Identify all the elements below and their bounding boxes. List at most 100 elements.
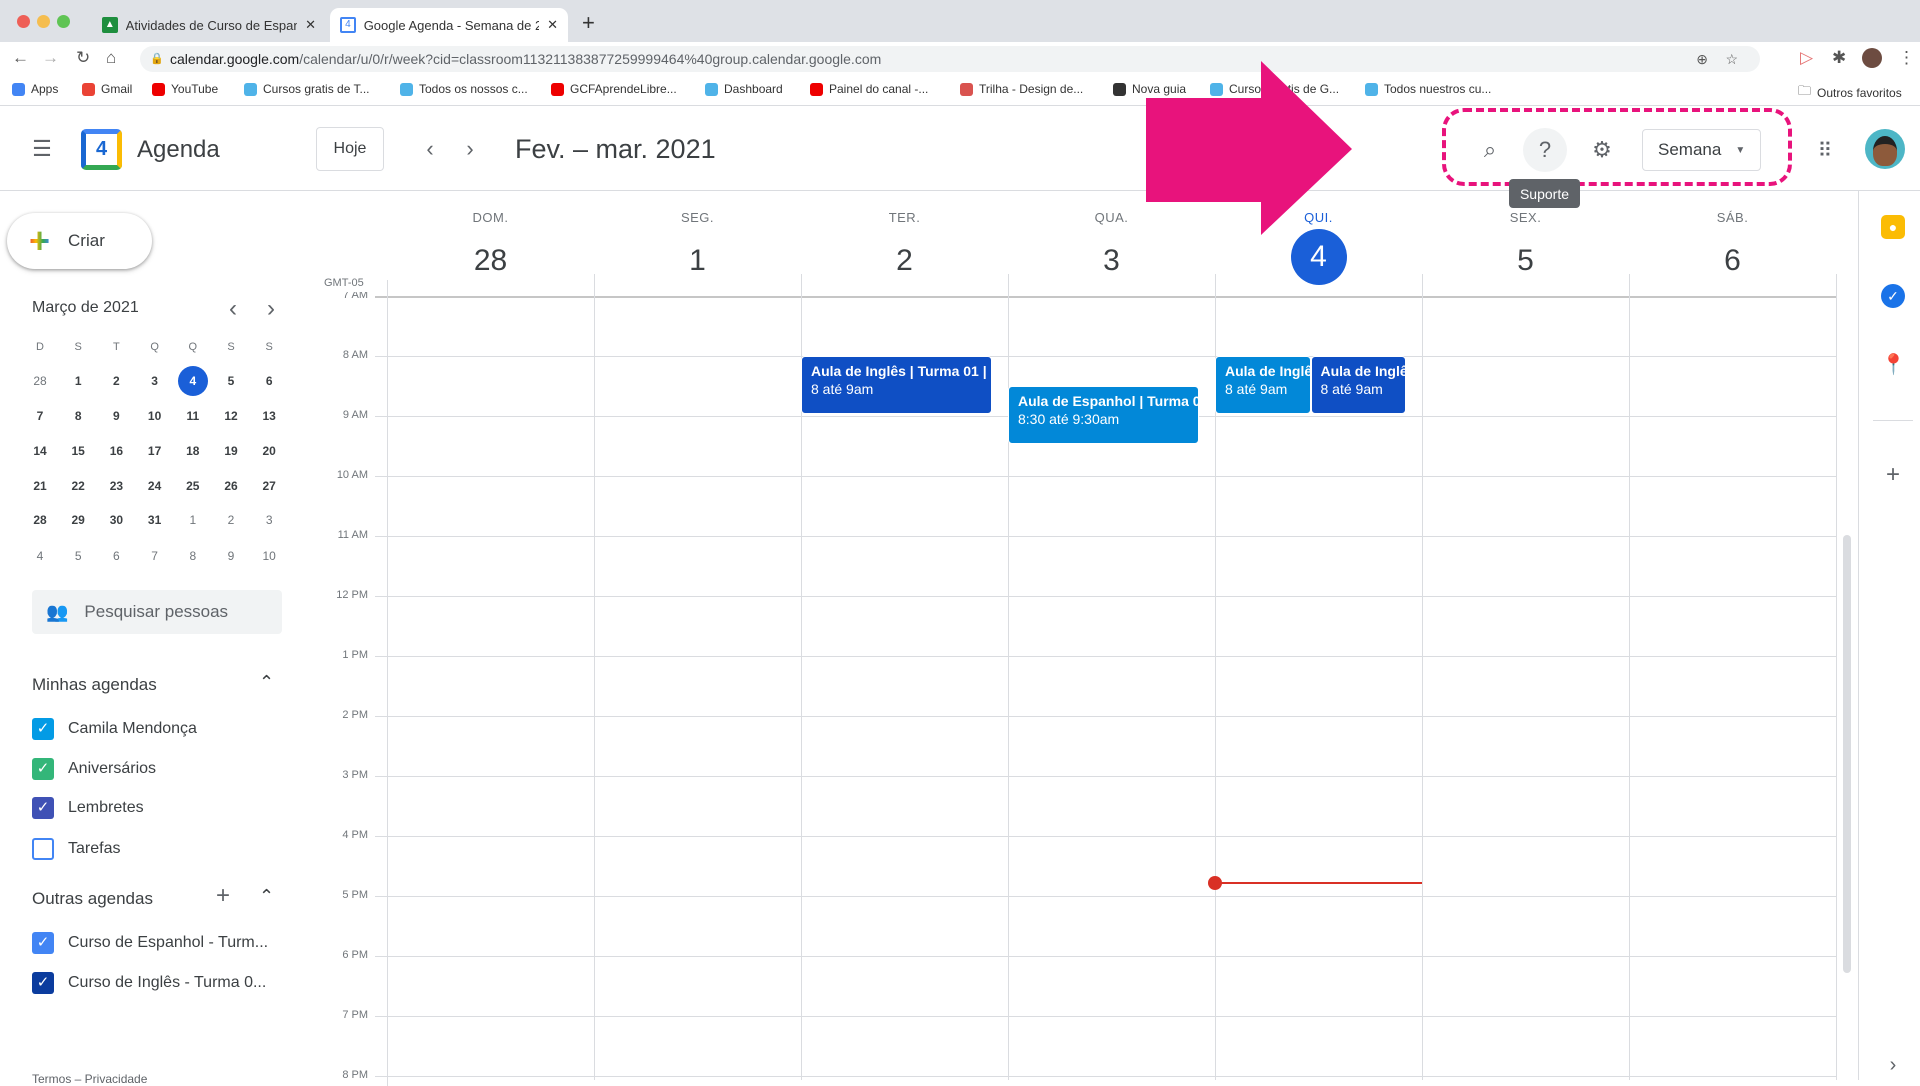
- calendar-event[interactable]: Aula de Inglês 8 até 9am: [1310, 356, 1406, 414]
- day-number[interactable]: 28: [463, 233, 519, 289]
- bookmark-item[interactable]: Cursos gratis de T...: [244, 82, 370, 96]
- mini-calendar-day[interactable]: 28: [25, 505, 55, 535]
- browser-tab-active[interactable]: 4 Google Agenda - Semana de 2 ✕: [330, 8, 568, 42]
- checkbox-icon[interactable]: ✓: [32, 797, 54, 819]
- mini-calendar-day[interactable]: 31: [140, 505, 170, 535]
- bookmark-item[interactable]: GCFAprendeLibre...: [551, 82, 677, 96]
- previous-week-button[interactable]: ‹: [408, 127, 452, 171]
- day-header[interactable]: QUA. 3: [1008, 210, 1215, 289]
- maximize-window-button[interactable]: [57, 15, 70, 28]
- mini-calendar-day[interactable]: 25: [178, 471, 208, 501]
- day-number[interactable]: 6: [1705, 233, 1761, 289]
- mini-calendar-day[interactable]: 19: [216, 436, 246, 466]
- mini-calendar-day[interactable]: 23: [101, 471, 131, 501]
- close-tab-icon[interactable]: ✕: [547, 17, 558, 33]
- mini-calendar-day[interactable]: 8: [63, 401, 93, 431]
- get-addons-plus-icon[interactable]: +: [1881, 463, 1905, 487]
- mini-calendar-day[interactable]: 15: [63, 436, 93, 466]
- mini-calendar-day[interactable]: 8: [178, 541, 208, 571]
- mini-calendar-day[interactable]: 6: [254, 366, 284, 396]
- footer-links[interactable]: Termos – Privacidade: [32, 1072, 147, 1086]
- other-bookmarks-folder[interactable]: 🗀 Outros favoritos: [1798, 82, 1902, 104]
- checkbox-icon[interactable]: ✓: [32, 932, 54, 954]
- calendar-list-item[interactable]: ✓ Lembretes: [32, 797, 144, 819]
- checkbox-icon[interactable]: ✓: [32, 758, 54, 780]
- mini-calendar-day[interactable]: 1: [178, 505, 208, 535]
- keep-icon[interactable]: ●: [1881, 215, 1905, 239]
- day-number[interactable]: 2: [877, 233, 933, 289]
- minimize-window-button[interactable]: [37, 15, 50, 28]
- day-header[interactable]: TER. 2: [801, 210, 1008, 289]
- mini-calendar-day[interactable]: 6: [101, 541, 131, 571]
- bookmark-item[interactable]: Todos os nossos c...: [400, 82, 528, 96]
- add-other-calendar-icon[interactable]: +: [216, 882, 230, 910]
- mini-calendar-next-icon[interactable]: ›: [249, 287, 293, 331]
- mini-calendar-day[interactable]: 5: [63, 541, 93, 571]
- today-button[interactable]: Hoje: [316, 127, 384, 171]
- calendar-list-item[interactable]: ✓ Curso de Inglês - Turma 0...: [32, 972, 266, 994]
- profile-avatar[interactable]: [1862, 48, 1882, 68]
- mini-calendar-day[interactable]: 3: [140, 366, 170, 396]
- mini-calendar-day[interactable]: 2: [101, 366, 131, 396]
- checkbox-icon[interactable]: ✓: [32, 972, 54, 994]
- bookmark-item[interactable]: Apps: [12, 82, 58, 96]
- calendar-list-item[interactable]: ✓ Camila Mendonça: [32, 718, 197, 740]
- bookmark-item[interactable]: Todos nuestros cu...: [1365, 82, 1491, 96]
- mini-calendar-day[interactable]: 17: [140, 436, 170, 466]
- day-header[interactable]: SEX. 5: [1422, 210, 1629, 289]
- day-header[interactable]: DOM. 28: [387, 210, 594, 289]
- mini-calendar-day[interactable]: 3: [254, 505, 284, 535]
- tasks-icon[interactable]: ✓: [1881, 284, 1905, 308]
- mini-calendar-day[interactable]: 12: [216, 401, 246, 431]
- maps-icon[interactable]: 📍: [1881, 353, 1906, 377]
- home-icon[interactable]: ⌂: [106, 48, 116, 68]
- bookmark-star-icon[interactable]: ☆: [1725, 46, 1738, 72]
- mini-calendar-day[interactable]: 11: [178, 401, 208, 431]
- mini-calendar-day[interactable]: 2: [216, 505, 246, 535]
- mini-calendar-day[interactable]: 30: [101, 505, 131, 535]
- collapse-my-calendars-icon[interactable]: ⌃: [259, 672, 274, 693]
- back-icon[interactable]: ←: [12, 48, 29, 68]
- google-apps-icon[interactable]: ⠿: [1803, 128, 1847, 172]
- mini-calendar-day[interactable]: 9: [216, 541, 246, 571]
- main-menu-icon[interactable]: ☰: [20, 127, 64, 171]
- day-number[interactable]: 1: [670, 233, 726, 289]
- calendar-event[interactable]: Aula de Inglês 8 até 9am: [1215, 356, 1311, 414]
- mini-calendar-day[interactable]: 20: [254, 436, 284, 466]
- mini-calendar-day[interactable]: 9: [101, 401, 131, 431]
- day-number[interactable]: 5: [1498, 233, 1554, 289]
- mini-calendar-day[interactable]: 7: [25, 401, 55, 431]
- bookmark-item[interactable]: Trilha - Design de...: [960, 82, 1083, 96]
- mini-calendar-day[interactable]: 27: [254, 471, 284, 501]
- day-number[interactable]: 3: [1084, 233, 1140, 289]
- mini-calendar-day[interactable]: 14: [25, 436, 55, 466]
- mini-calendar-day[interactable]: 10: [254, 541, 284, 571]
- grid-scrollbar[interactable]: [1843, 535, 1851, 973]
- search-people-input[interactable]: 👥 Pesquisar pessoas: [32, 590, 282, 634]
- calendar-list-item[interactable]: Tarefas: [32, 838, 120, 860]
- next-week-button[interactable]: ›: [448, 127, 492, 171]
- mini-calendar-day[interactable]: 29: [63, 505, 93, 535]
- mini-calendar-day[interactable]: 1: [63, 366, 93, 396]
- bookmark-item[interactable]: Dashboard: [705, 82, 783, 96]
- url-input[interactable]: 🔒 calendar.google.com/calendar/u/0/r/wee…: [140, 46, 1760, 72]
- mini-calendar-day[interactable]: 26: [216, 471, 246, 501]
- mini-calendar-day[interactable]: 4: [177, 366, 208, 396]
- mini-calendar-day[interactable]: 5: [216, 366, 246, 396]
- day-header[interactable]: QUI. 4: [1215, 210, 1422, 285]
- calendar-list-item[interactable]: ✓ Curso de Espanhol - Turm...: [32, 932, 268, 954]
- show-side-panel-chevron-icon[interactable]: ›: [1881, 1053, 1905, 1077]
- forward-icon[interactable]: →: [42, 48, 59, 68]
- mini-calendar-day[interactable]: 13: [254, 401, 284, 431]
- checkbox-icon[interactable]: ✓: [32, 718, 54, 740]
- collapse-other-calendars-icon[interactable]: ⌃: [259, 886, 274, 907]
- mini-calendar-day[interactable]: 28: [25, 366, 55, 396]
- new-tab-button[interactable]: +: [582, 10, 595, 36]
- extensions-puzzle-icon[interactable]: ✱: [1832, 48, 1846, 68]
- create-button[interactable]: + Criar: [7, 213, 152, 269]
- browser-tab[interactable]: ▲ Atividades de Curso de Espanh ✕: [92, 8, 326, 42]
- mini-calendar-day[interactable]: 4: [25, 541, 55, 571]
- mini-calendar-day[interactable]: 22: [63, 471, 93, 501]
- mini-calendar-day[interactable]: 16: [101, 436, 131, 466]
- checkbox-icon[interactable]: [32, 838, 54, 860]
